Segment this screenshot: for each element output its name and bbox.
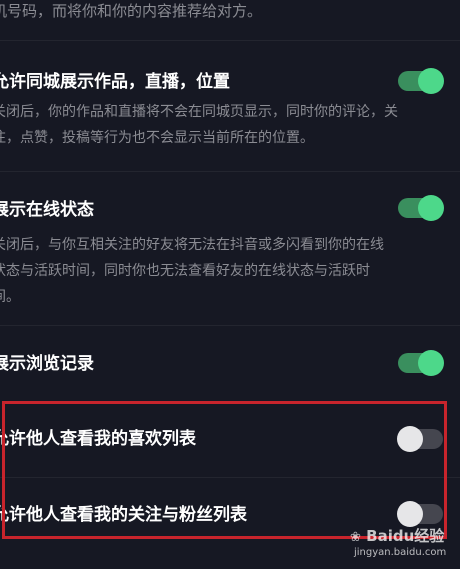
setting-desc-line: 关闭后，与你互相关注的好友将无法在抖音或多闪看到你的在线 [0, 237, 384, 253]
setting-desc-line: 注，点赞，投稿等行为也不会显示当前所在的位置。 [0, 130, 314, 146]
privacy-settings-page: 机号码，而将你和你的内容推荐给对方。 允许同城展示作品，直播，位置 关闭后，你的… [0, 0, 460, 569]
divider [0, 325, 460, 326]
setting-title-nearby: 允许同城展示作品，直播，位置 [0, 72, 230, 92]
divider [0, 40, 460, 41]
setting-desc-line: 状态与活跃时间，同时你也无法查看好友的在线状态与活跃时 [0, 263, 370, 279]
setting-desc-line: 关闭后，你的作品和直播将不会在同城页显示，同时你的评论，关 [0, 104, 398, 120]
toggle-nearby[interactable] [398, 68, 444, 94]
divider [0, 171, 460, 172]
setting-desc-line: 间。 [0, 289, 20, 305]
watermark-url: jingyan.baidu.com [354, 547, 447, 558]
watermark-logo: ❀ Baidu经验 [350, 527, 445, 545]
highlight-annotation [2, 401, 447, 539]
baidu-watermark: ❀ Baidu经验 jingyan.baidu.com [350, 525, 450, 565]
paw-icon: ❀ [350, 530, 361, 545]
setting-title-browse-history: 展示浏览记录 [0, 354, 94, 374]
top-description: 机号码，而将你和你的内容推荐给对方。 [0, 2, 263, 20]
toggle-knob [418, 68, 444, 94]
toggle-knob [418, 195, 444, 221]
toggle-knob [418, 350, 444, 376]
toggle-browse-history[interactable] [398, 350, 444, 376]
toggle-online-status[interactable] [398, 195, 444, 221]
setting-title-online-status: 展示在线状态 [0, 200, 94, 220]
